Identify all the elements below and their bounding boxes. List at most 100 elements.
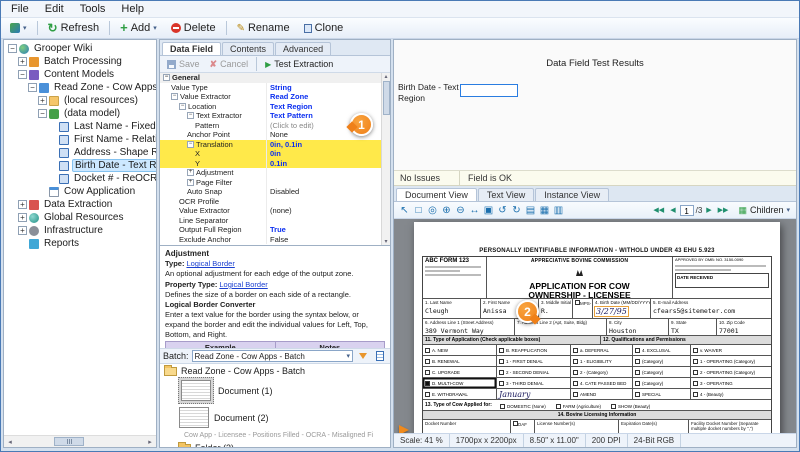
tree-item-first-name-relative-region[interactable]: First Name - Relative Region bbox=[4, 133, 156, 146]
annotations-icon[interactable]: ▥ bbox=[552, 203, 565, 218]
expand-icon[interactable]: + bbox=[18, 213, 27, 222]
magnifier-icon[interactable]: ◎ bbox=[426, 203, 439, 218]
collapse-icon[interactable]: − bbox=[187, 141, 194, 148]
tree-item-reports[interactable]: Reports bbox=[4, 237, 156, 250]
ruler-icon[interactable]: ▤ bbox=[524, 203, 537, 218]
tree-item-grooper-wiki[interactable]: −Grooper Wiki bbox=[4, 42, 156, 55]
tree-item-data-extraction[interactable]: +Data Extraction bbox=[4, 198, 156, 211]
tab-data-field[interactable]: Data Field bbox=[162, 42, 221, 55]
batch-item-document-2[interactable]: Document (2) bbox=[160, 404, 390, 431]
scrollbar-thumb[interactable] bbox=[54, 437, 84, 446]
collapse-icon[interactable]: − bbox=[187, 112, 194, 119]
property-row-text-extractor[interactable]: −Text ExtractorText Pattern bbox=[160, 111, 381, 121]
property-row-y[interactable]: Y0.1in bbox=[160, 159, 381, 169]
property-row-value-extractor[interactable]: −Value ExtractorRead Zone bbox=[160, 92, 381, 102]
property-row-output-full-region[interactable]: Output Full RegionTrue bbox=[160, 225, 381, 235]
property-row-anchor-point[interactable]: Anchor PointNone bbox=[160, 130, 381, 140]
property-row-line-separator[interactable]: Line Separator bbox=[160, 216, 381, 226]
clone-button[interactable]: Clone bbox=[298, 20, 350, 36]
tab-text-view[interactable]: Text View bbox=[478, 188, 534, 201]
fit-page-icon[interactable]: ▣ bbox=[482, 203, 495, 218]
property-row-value-type[interactable]: Value TypeString bbox=[160, 83, 381, 93]
property-row-page-filter[interactable]: +Page Filter bbox=[160, 178, 381, 188]
app-menu-button[interactable]: ▾ bbox=[4, 21, 33, 35]
batch-selector[interactable]: Read Zone - Cow Apps - Batch ▾ bbox=[192, 350, 353, 362]
page-number-input[interactable]: 1 bbox=[680, 205, 694, 216]
rotate-right-icon[interactable]: ↻ bbox=[510, 203, 523, 218]
property-row-adjustment[interactable]: +Adjustment bbox=[160, 168, 381, 178]
refresh-button[interactable]: ↻ Refresh bbox=[42, 20, 106, 36]
expand-icon[interactable]: + bbox=[18, 200, 27, 209]
menu-file[interactable]: File bbox=[3, 2, 37, 16]
fit-width-icon[interactable]: ↔ bbox=[468, 203, 481, 218]
previous-page-button[interactable]: ◀ bbox=[668, 203, 677, 218]
property-row-exclude-anchor[interactable]: Exclude AnchorFalse bbox=[160, 235, 381, 245]
scroll-left-icon[interactable]: ◂ bbox=[4, 438, 16, 446]
thumbnails-icon[interactable]: ▦ bbox=[538, 203, 551, 218]
test-extraction-button[interactable]: ▶ Test Extraction bbox=[261, 59, 337, 69]
zoom-out-icon[interactable]: ⊖ bbox=[454, 203, 467, 218]
scroll-right-icon[interactable]: ▸ bbox=[144, 438, 156, 446]
batch-item-document-1[interactable]: Document (1) bbox=[160, 377, 390, 404]
scale-control[interactable]: Scale: 41 % bbox=[394, 434, 450, 447]
collapse-icon[interactable]: − bbox=[28, 83, 37, 92]
vertical-scrollbar[interactable]: ▴ ▾ bbox=[381, 73, 390, 245]
filter-button[interactable] bbox=[356, 350, 370, 363]
property-row-x[interactable]: X0in bbox=[160, 149, 381, 159]
scrollbar-track[interactable] bbox=[16, 436, 144, 447]
first-page-button[interactable]: ◀◀ bbox=[651, 203, 666, 218]
property-row-value-extractor[interactable]: Value Extractor(none) bbox=[160, 206, 381, 216]
pointer-icon[interactable]: ↖ bbox=[398, 203, 411, 218]
scrollbar-thumb[interactable] bbox=[383, 81, 390, 115]
batch-item-folder-3[interactable]: Folder (3) bbox=[160, 441, 390, 447]
tree-item-batch-processing[interactable]: +Batch Processing bbox=[4, 55, 156, 68]
save-button[interactable]: Save bbox=[163, 59, 204, 69]
cancel-button[interactable]: ✘ Cancel bbox=[206, 59, 253, 70]
next-page-button[interactable]: ▶ bbox=[704, 203, 713, 218]
menu-help[interactable]: Help bbox=[113, 2, 152, 16]
tree-item-read-zone-cow-apps-content-mo[interactable]: −Read Zone - Cow Apps - Content Mo bbox=[4, 81, 156, 94]
collapse-icon[interactable]: − bbox=[171, 93, 178, 100]
logical-border-link[interactable]: Logical Border bbox=[219, 280, 267, 289]
tree-item-local-resources[interactable]: +(local resources) bbox=[4, 94, 156, 107]
property-row-translation[interactable]: −Translation0in, 0.1in bbox=[160, 140, 381, 150]
collapse-icon[interactable]: − bbox=[179, 103, 186, 110]
tab-instance-view[interactable]: Instance View bbox=[535, 188, 609, 201]
property-row-ocr-profile[interactable]: OCR Profile bbox=[160, 197, 381, 207]
rotate-left-icon[interactable]: ↺ bbox=[496, 203, 509, 218]
zoom-in-icon[interactable]: ⊕ bbox=[440, 203, 453, 218]
delete-button[interactable]: Delete bbox=[165, 20, 222, 36]
scroll-up-icon[interactable]: ▴ bbox=[384, 73, 387, 80]
tree-item-content-models[interactable]: −Content Models bbox=[4, 68, 156, 81]
tree-item-global-resources[interactable]: +Global Resources bbox=[4, 211, 156, 224]
expand-icon[interactable]: + bbox=[18, 57, 27, 66]
collapse-icon[interactable]: − bbox=[163, 74, 170, 81]
last-page-button[interactable]: ▶▶ bbox=[716, 203, 731, 218]
tree-item-data-model[interactable]: −(data model) bbox=[4, 107, 156, 120]
select-region-icon[interactable]: □ bbox=[412, 203, 425, 218]
menu-edit[interactable]: Edit bbox=[37, 2, 72, 16]
add-button[interactable]: + Add ▾ bbox=[114, 20, 163, 36]
property-row-general[interactable]: −General bbox=[160, 73, 381, 83]
property-row-location[interactable]: −LocationText Region bbox=[160, 102, 381, 112]
collapse-icon[interactable]: − bbox=[38, 109, 47, 118]
horizontal-scrollbar[interactable]: ◂ ▸ bbox=[4, 435, 156, 447]
tab-document-view[interactable]: Document View bbox=[396, 188, 477, 201]
tree-item-cow-application[interactable]: Cow Application bbox=[4, 185, 156, 198]
expand-icon[interactable]: + bbox=[38, 96, 47, 105]
tree-item-infrastructure[interactable]: +Infrastructure bbox=[4, 224, 156, 237]
logical-border-link[interactable]: Logical Border bbox=[186, 259, 234, 268]
scroll-down-icon[interactable]: ▾ bbox=[384, 238, 387, 245]
property-row-auto-snap[interactable]: Auto SnapDisabled bbox=[160, 187, 381, 197]
collapse-icon[interactable]: − bbox=[18, 70, 27, 79]
expand-icon[interactable]: + bbox=[18, 226, 27, 235]
tab-contents[interactable]: Contents bbox=[222, 42, 274, 55]
tree-item-address-shape-region[interactable]: Address - Shape Region bbox=[4, 146, 156, 159]
batch-item-read-zone-cow-apps-batch[interactable]: Read Zone - Cow Apps - Batch bbox=[160, 364, 390, 377]
tree-item-birth-date-text-region[interactable]: Birth Date - Text Region bbox=[4, 159, 156, 172]
document-thumbnail[interactable] bbox=[178, 377, 214, 404]
expand-icon[interactable]: + bbox=[187, 179, 194, 186]
open-batch-button[interactable] bbox=[373, 350, 387, 363]
rename-button[interactable]: ✎ Rename bbox=[231, 20, 296, 36]
expand-icon[interactable]: + bbox=[187, 169, 194, 176]
